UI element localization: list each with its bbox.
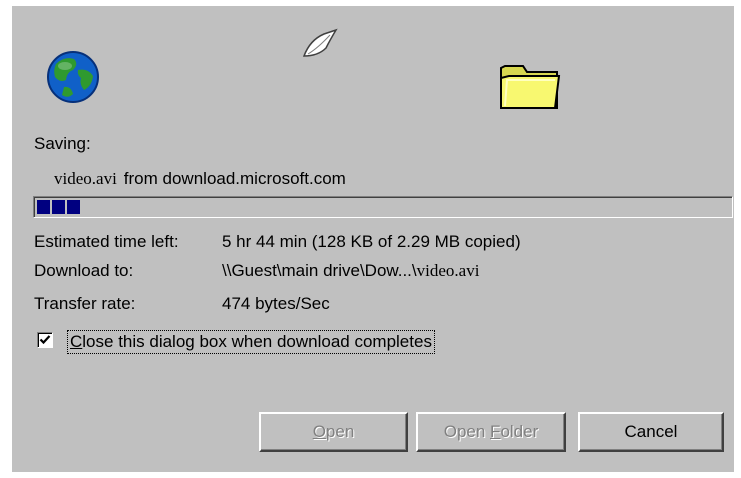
open-button[interactable]: Open bbox=[259, 412, 408, 452]
open-button-accel: O bbox=[312, 422, 326, 441]
open-folder-button-pre: Open bbox=[443, 422, 491, 441]
download-to-file: video.avi bbox=[416, 261, 480, 280]
open-folder-button[interactable]: Open Folder bbox=[416, 412, 566, 452]
download-progress-bar bbox=[33, 196, 733, 218]
progress-fill bbox=[37, 200, 80, 214]
globe-icon bbox=[47, 51, 99, 103]
progress-block bbox=[37, 200, 50, 214]
open-folder-button-label: older bbox=[500, 422, 539, 441]
close-when-done-checkbox[interactable] bbox=[37, 332, 53, 348]
folder-icon bbox=[500, 65, 561, 109]
close-label-accel: C bbox=[70, 332, 83, 351]
open-folder-button-accel: F bbox=[490, 422, 501, 441]
download-to-label: Download to: bbox=[34, 261, 134, 280]
download-to-value: \\Guest\main drive\Dow...\video.avi bbox=[222, 261, 479, 281]
progress-block bbox=[67, 200, 80, 214]
time-left-label: Estimated time left: bbox=[34, 232, 179, 251]
source-host: from download.microsoft.com bbox=[123, 169, 346, 188]
file-name: video.avi bbox=[54, 169, 117, 188]
flying-paper-icon bbox=[302, 28, 338, 57]
close-label-text: lose this dialog box when download compl… bbox=[82, 332, 432, 351]
transfer-rate-label: Transfer rate: bbox=[34, 294, 136, 313]
transfer-rate-value: 474 bytes/Sec bbox=[222, 294, 330, 313]
checkmark-icon bbox=[39, 335, 51, 345]
download-to-path: \\Guest\main drive\Dow...\ bbox=[222, 261, 417, 280]
close-when-done-label[interactable]: Close this dialog box when download comp… bbox=[67, 330, 435, 354]
time-left-value: 5 hr 44 min (128 KB of 2.29 MB copied) bbox=[222, 232, 521, 251]
saving-label: Saving: bbox=[34, 134, 91, 153]
open-button-label: pen bbox=[325, 422, 355, 441]
progress-block bbox=[52, 200, 65, 214]
download-source-line: video.avi from download.microsoft.com bbox=[34, 169, 346, 189]
cancel-button[interactable]: Cancel bbox=[578, 412, 724, 452]
download-dialog: Saving: video.avi from download.microsoft… bbox=[12, 6, 734, 472]
